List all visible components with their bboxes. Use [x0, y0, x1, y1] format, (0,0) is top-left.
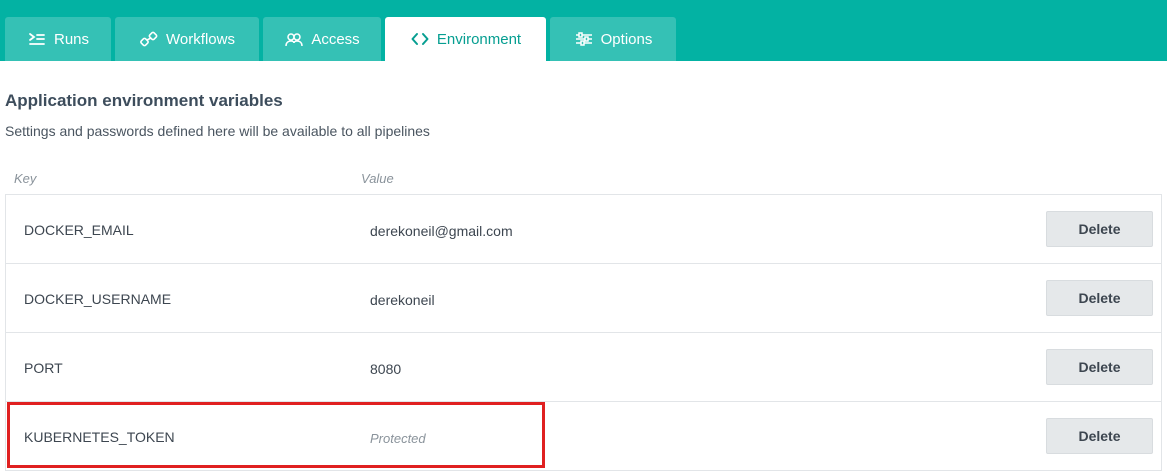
page-subtitle: Settings and passwords defined here will…: [5, 123, 430, 139]
code-icon: [410, 30, 430, 48]
tab-runs[interactable]: Runs: [5, 17, 111, 61]
tab-options-label: Options: [600, 30, 653, 48]
tab-runs-label: Runs: [53, 30, 90, 48]
tab-access-label: Access: [311, 30, 360, 48]
delete-button[interactable]: Delete: [1046, 349, 1153, 385]
env-key: DOCKER_USERNAME: [24, 291, 172, 307]
table-row: DOCKER_EMAIL derekoneil@gmail.com Delete: [6, 195, 1161, 264]
env-value: 8080: [370, 361, 402, 377]
column-header-value: Value: [361, 171, 394, 186]
delete-button[interactable]: Delete: [1046, 280, 1153, 316]
env-key: DOCKER_EMAIL: [24, 222, 134, 238]
tab-environment-label: Environment: [436, 30, 522, 48]
runs-icon: [27, 30, 47, 48]
tab-options[interactable]: Options: [550, 17, 676, 61]
env-variables-table: DOCKER_EMAIL derekoneil@gmail.com Delete…: [5, 194, 1162, 471]
tab-workflows[interactable]: Workflows: [115, 17, 259, 61]
tab-environment[interactable]: Environment: [385, 17, 546, 61]
env-value: derekoneil: [370, 292, 435, 308]
env-value: derekoneil@gmail.com: [370, 223, 513, 239]
env-key: PORT: [24, 360, 63, 376]
page-title: Application environment variables: [5, 91, 283, 110]
column-header-key: Key: [14, 171, 37, 186]
delete-button[interactable]: Delete: [1046, 418, 1153, 454]
env-key: KUBERNETES_TOKEN: [24, 429, 175, 445]
table-row: KUBERNETES_TOKEN Protected Delete: [6, 402, 1161, 471]
table-row: PORT 8080 Delete: [6, 333, 1161, 402]
table-row: DOCKER_USERNAME derekoneil Delete: [6, 264, 1161, 333]
access-icon: [284, 30, 304, 48]
options-icon: [574, 30, 594, 48]
delete-button[interactable]: Delete: [1046, 211, 1153, 247]
workflows-icon: [139, 30, 159, 48]
tab-access[interactable]: Access: [263, 17, 381, 61]
env-value-protected: Protected: [370, 431, 426, 446]
tab-bar: Runs Workflows Access Environment Option…: [0, 0, 1167, 61]
tab-workflows-label: Workflows: [166, 30, 235, 48]
